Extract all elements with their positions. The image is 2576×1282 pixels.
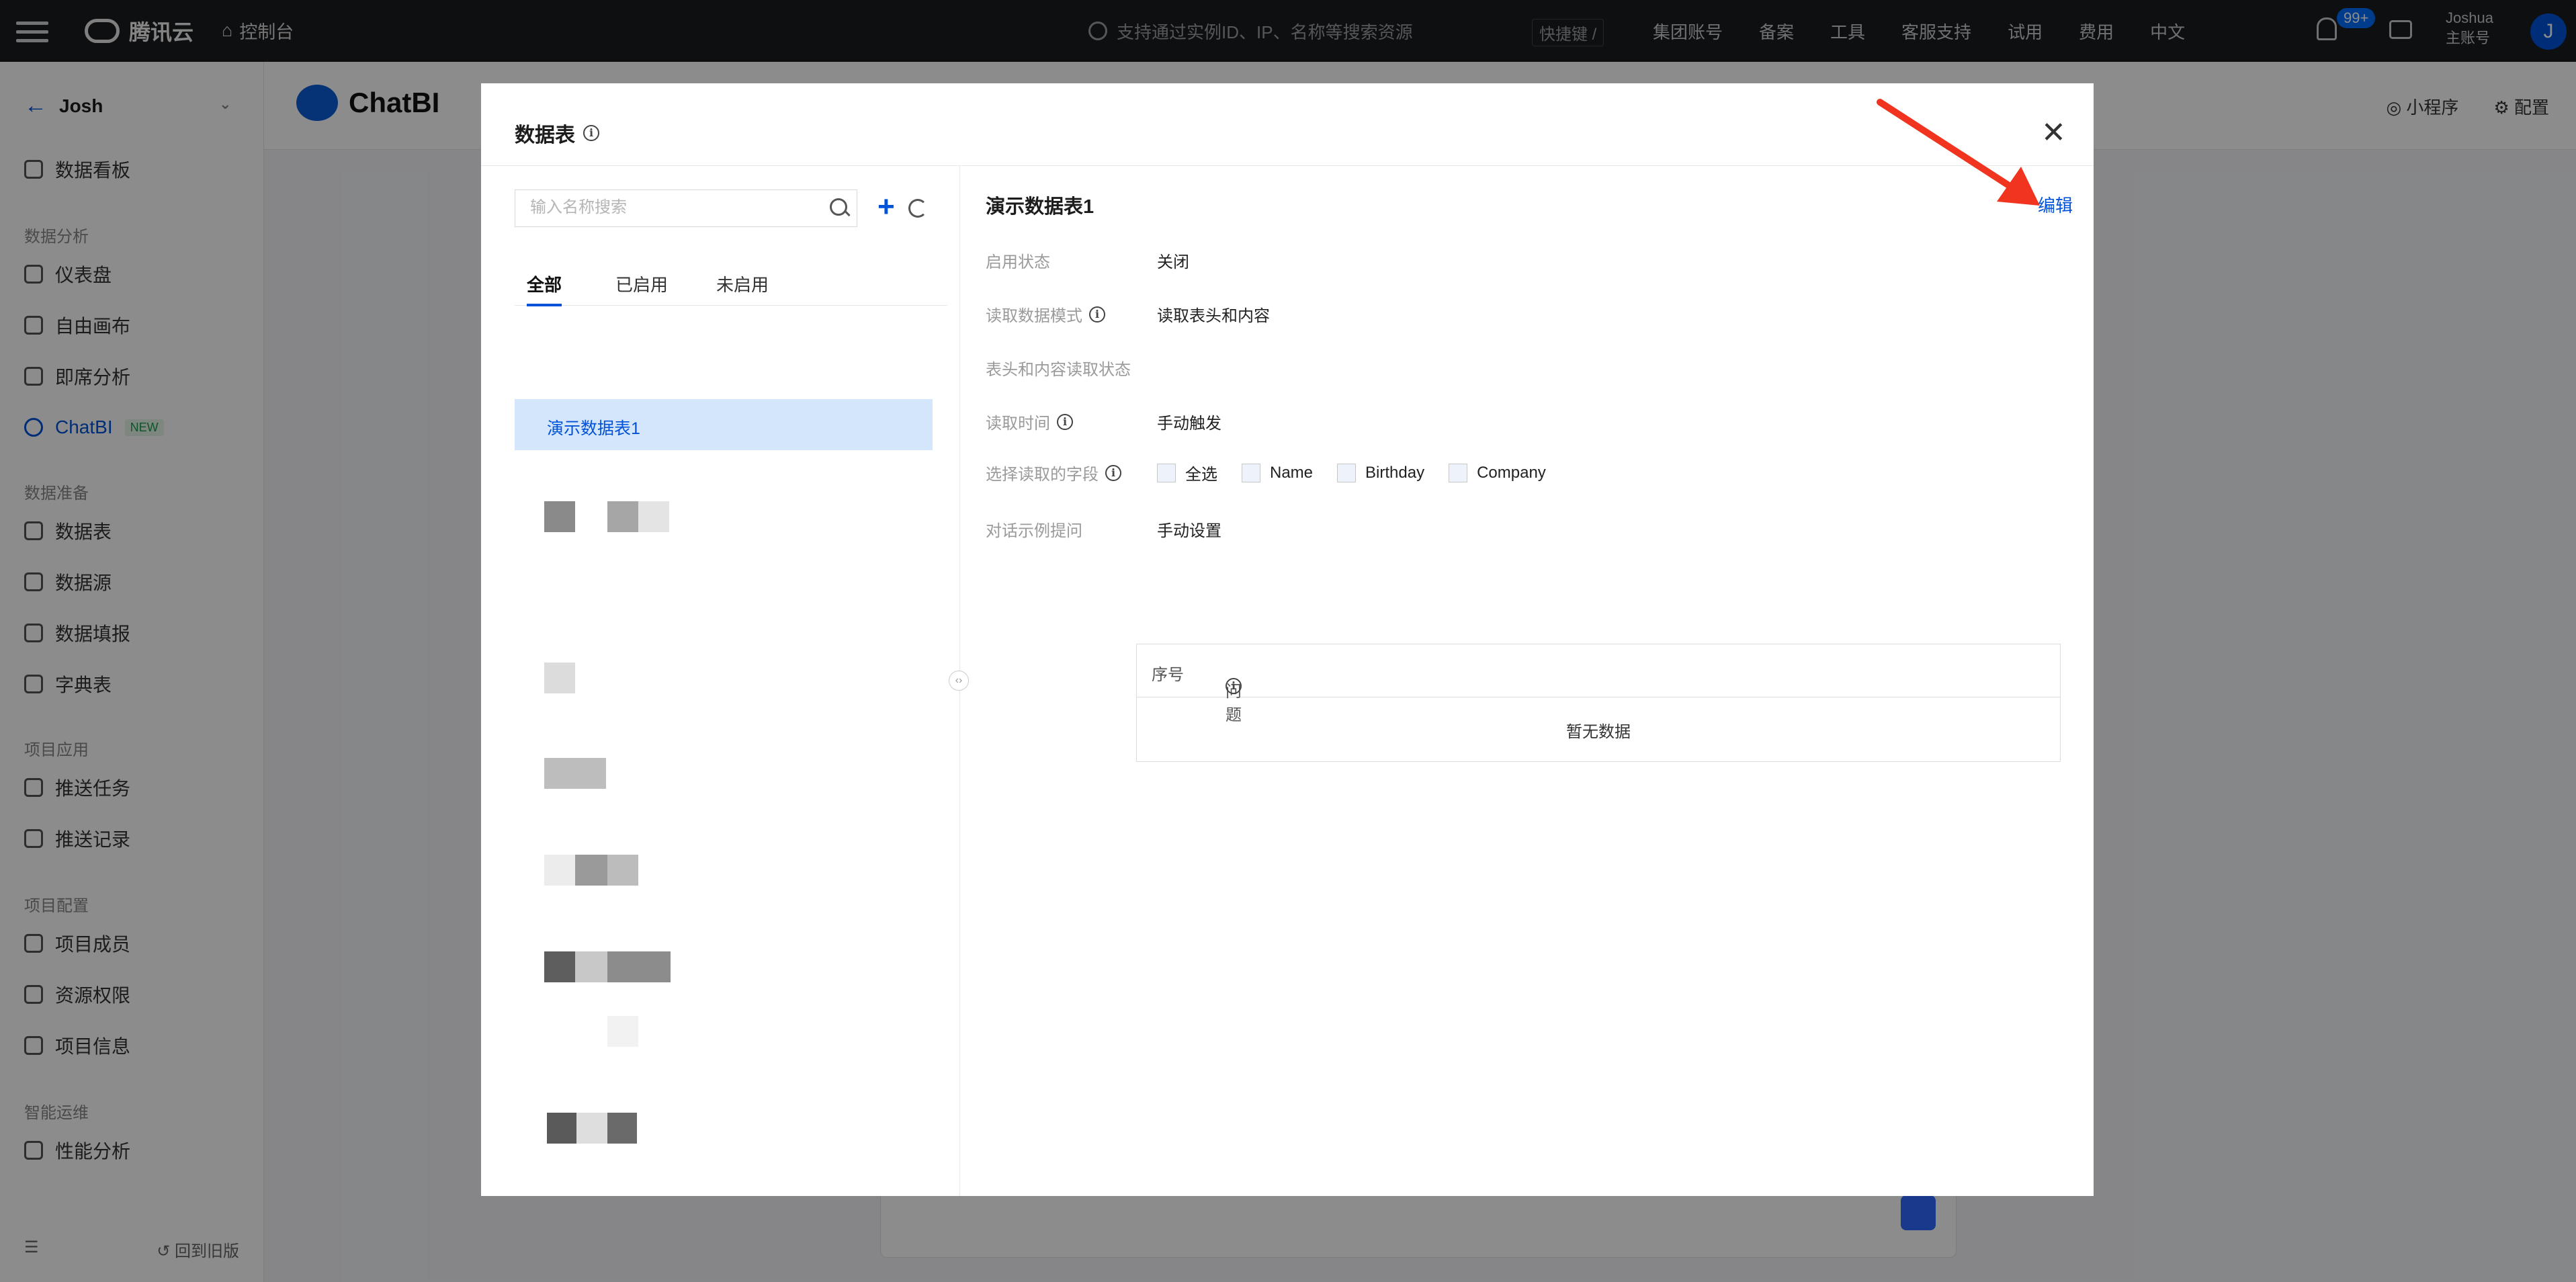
checkbox-label: 全选 bbox=[1185, 466, 1217, 484]
table-search-input[interactable] bbox=[529, 190, 814, 225]
status-label-text: 启用状态 bbox=[986, 253, 1050, 271]
fields-label: 选择读取的字段 i bbox=[986, 461, 1157, 484]
datatable-modal: 数据表 i ✕ + 全部 已启用 未启用 演示数据表1 bbox=[481, 83, 2094, 1196]
annotation-arrow-icon bbox=[1877, 99, 2040, 206]
status-value: 关闭 bbox=[1157, 253, 1189, 271]
list-item[interactable] bbox=[607, 855, 638, 886]
list-item[interactable] bbox=[544, 855, 575, 886]
modal-title: 数据表 i bbox=[515, 118, 599, 148]
examples-value: 手动设置 bbox=[1157, 522, 1221, 540]
list-item[interactable] bbox=[607, 501, 638, 532]
list-item[interactable] bbox=[576, 1113, 607, 1144]
search-icon[interactable] bbox=[830, 198, 847, 216]
list-item[interactable] bbox=[547, 1113, 576, 1144]
read-time-row: 读取时间 i 手动触发 bbox=[986, 410, 1221, 433]
refresh-icon[interactable] bbox=[908, 199, 927, 218]
examples-row: 对话示例提问 手动设置 bbox=[986, 517, 1221, 541]
list-item[interactable] bbox=[544, 663, 575, 693]
fields-row: 选择读取的字段 i 全选 Name Birthday Company bbox=[986, 461, 1570, 484]
checkbox-birthday[interactable]: Birthday bbox=[1337, 463, 1425, 482]
checkbox-box[interactable] bbox=[1242, 463, 1260, 482]
list-item[interactable] bbox=[607, 1016, 638, 1047]
examples-label-text: 对话示例提问 bbox=[986, 522, 1082, 540]
list-item[interactable] bbox=[607, 1113, 637, 1144]
table-list-pane: + 全部 已启用 未启用 演示数据表1 bbox=[481, 165, 960, 1196]
checkbox-company[interactable]: Company bbox=[1449, 463, 1546, 482]
read-time-label-text: 读取时间 bbox=[986, 415, 1050, 433]
read-mode-value: 读取表头和内容 bbox=[1157, 307, 1270, 325]
tab-all[interactable]: 全部 bbox=[527, 271, 562, 306]
table-header: 序号 问题 i bbox=[1137, 644, 2060, 724]
modal-title-text: 数据表 bbox=[515, 124, 575, 146]
table-list-item-selected[interactable]: 演示数据表1 bbox=[515, 399, 933, 450]
read-time-label: 读取时间 i bbox=[986, 410, 1157, 433]
examples-label: 对话示例提问 bbox=[986, 517, 1157, 541]
info-icon[interactable]: i bbox=[1089, 306, 1105, 323]
read-mode-label-text: 读取数据模式 bbox=[986, 307, 1082, 325]
detail-title: 演示数据表1 bbox=[986, 196, 1094, 218]
list-item[interactable] bbox=[544, 501, 575, 532]
checkbox-select-all[interactable]: 全选 bbox=[1157, 461, 1217, 484]
tab-disabled[interactable]: 未启用 bbox=[716, 271, 769, 304]
list-item[interactable] bbox=[575, 855, 607, 886]
checkbox-box[interactable] bbox=[1157, 463, 1176, 482]
list-item[interactable] bbox=[575, 951, 607, 982]
checkbox-label: Name bbox=[1270, 463, 1314, 482]
read-status-row: 表头和内容读取状态 bbox=[986, 356, 1201, 380]
read-status-label-text: 表头和内容读取状态 bbox=[986, 361, 1131, 379]
table-detail-pane: 演示数据表1 编辑 启用状态 关闭 读取数据模式 i 读取表头和内容 表头和内容读… bbox=[960, 165, 2094, 1196]
info-icon[interactable]: i bbox=[1057, 413, 1073, 430]
list-item[interactable] bbox=[607, 951, 671, 982]
checkbox-label: Birthday bbox=[1365, 463, 1425, 482]
read-mode-row: 读取数据模式 i 读取表头和内容 bbox=[986, 302, 1270, 326]
read-time-value: 手动触发 bbox=[1157, 415, 1221, 433]
checkbox-name[interactable]: Name bbox=[1242, 463, 1314, 482]
fields-checkboxes: 全选 Name Birthday Company bbox=[1157, 461, 1570, 484]
add-table-button[interactable]: + bbox=[877, 192, 895, 222]
checkbox-label: Company bbox=[1477, 463, 1546, 482]
read-mode-label: 读取数据模式 i bbox=[986, 302, 1157, 326]
empty-state: 暂无数据 bbox=[1566, 723, 1631, 741]
list-item[interactable] bbox=[544, 758, 606, 789]
info-icon[interactable]: i bbox=[1105, 464, 1121, 481]
column-index: 序号 bbox=[1152, 666, 1184, 684]
list-item[interactable] bbox=[638, 501, 669, 532]
checkbox-box[interactable] bbox=[1449, 463, 1468, 482]
modal-header: 数据表 i ✕ bbox=[481, 83, 2094, 166]
read-status-label: 表头和内容读取状态 bbox=[986, 356, 1201, 380]
fields-label-text: 选择读取的字段 bbox=[986, 466, 1099, 484]
info-icon[interactable]: i bbox=[1226, 678, 1242, 694]
status-label: 启用状态 bbox=[986, 249, 1157, 272]
checkbox-box[interactable] bbox=[1337, 463, 1357, 482]
status-row: 启用状态 关闭 bbox=[986, 249, 1189, 272]
filter-tabs: 全部 已启用 未启用 bbox=[515, 265, 947, 306]
tab-enabled[interactable]: 已启用 bbox=[615, 271, 668, 304]
info-icon[interactable]: i bbox=[583, 125, 599, 141]
table-search-box bbox=[515, 189, 857, 227]
example-questions-table: 序号 问题 i 暂无数据 bbox=[1136, 644, 2061, 762]
table-list-item-label: 演示数据表1 bbox=[547, 419, 640, 438]
list-item[interactable] bbox=[544, 951, 575, 982]
